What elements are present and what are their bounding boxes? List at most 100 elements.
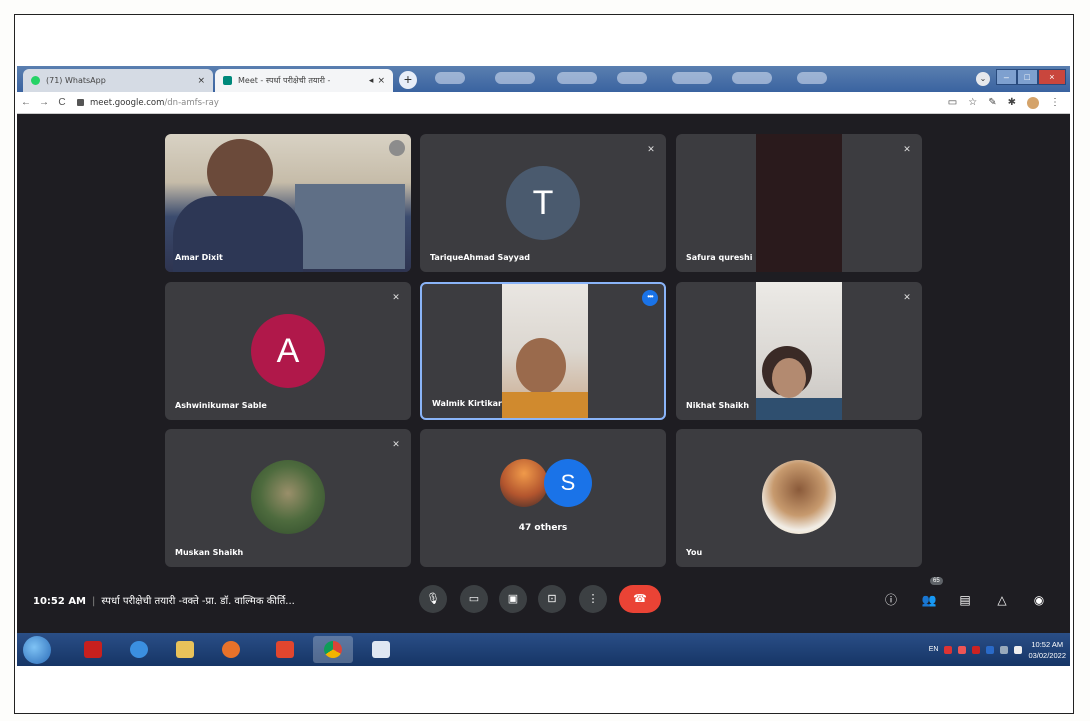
participant-tile[interactable]: ✕ Muskan Shaikh <box>165 429 411 567</box>
back-icon[interactable]: ← <box>17 97 35 108</box>
person-body <box>756 398 842 420</box>
tab-title: (71) WhatsApp <box>46 76 106 85</box>
participant-tile[interactable]: ✕ Safura qureshi <box>676 134 922 272</box>
camera-icon: ▭ <box>468 593 480 605</box>
participant-tile[interactable]: Amar Dixit <box>165 134 411 272</box>
chat-button[interactable]: ▤ <box>955 590 975 610</box>
participant-video <box>502 284 588 418</box>
mic-off-icon: ✕ <box>392 292 400 302</box>
end-call-button[interactable]: ☎ <box>619 585 661 613</box>
tab-title: Meet - स्पर्धा परीक्षेची तयारी - <box>238 76 331 85</box>
tray-app-icon[interactable] <box>972 645 981 654</box>
close-window-button[interactable]: × <box>1037 69 1067 85</box>
participant-name: Muskan Shaikh <box>175 548 244 557</box>
participant-avatar: A <box>251 314 325 388</box>
cast-icon[interactable]: ▭ <box>948 97 957 108</box>
minimize-button[interactable]: – <box>996 69 1017 85</box>
forward-icon[interactable]: → <box>35 97 53 108</box>
taskbar-acrobat[interactable] <box>73 636 113 663</box>
speaker-icon[interactable]: ◂ <box>369 76 374 86</box>
more-options-icon[interactable]: ••• <box>642 290 658 306</box>
taskbar-thumbnail <box>435 72 465 84</box>
participant-video <box>756 134 842 272</box>
mic-off-icon: ✕ <box>647 144 655 154</box>
person-face <box>772 358 806 398</box>
mic-off-icon: ✕ <box>903 292 911 302</box>
taskbar-thumbnail <box>672 72 712 84</box>
whatsapp-icon <box>31 76 40 85</box>
participant-tile[interactable]: ✕ Nikhat Shaikh <box>676 282 922 420</box>
tab-close-icon[interactable]: × <box>377 76 385 86</box>
participant-avatar-photo <box>251 460 325 534</box>
language-indicator[interactable]: EN <box>929 646 939 653</box>
participant-name: TariqueAhmad Sayyad <box>430 253 530 262</box>
taskbar-thumbnail <box>797 72 827 84</box>
search-icon[interactable] <box>986 645 995 654</box>
tab-close-icon[interactable]: × <box>197 76 205 86</box>
chat-icon: ▤ <box>959 593 971 607</box>
tab-meet[interactable]: Meet - स्पर्धा परीक्षेची तयारी - ◂ × <box>215 69 393 92</box>
participant-video <box>165 134 411 272</box>
star-icon[interactable]: ☆ <box>968 97 977 108</box>
flag-icon[interactable] <box>1014 645 1023 654</box>
puzzle-icon[interactable]: ✱ <box>1008 97 1016 108</box>
participant-name: Ashwinikumar Sable <box>175 401 267 410</box>
url-field[interactable]: meet.google.com/dn-amfs-ray <box>77 98 219 108</box>
maximize-button[interactable]: □ <box>1016 69 1038 85</box>
tray-app-icon[interactable] <box>944 645 953 654</box>
meeting-title: स्पर्धा परीक्षेची तयारी -वक्ते -प्रा. डॉ… <box>101 596 295 607</box>
meeting-details-button[interactable]: ⓘ <box>881 590 901 610</box>
taskbar-chrome[interactable] <box>313 636 353 663</box>
new-tab-button[interactable]: + <box>399 71 417 89</box>
taskbar-notepad[interactable] <box>361 636 401 663</box>
clock-time: 10:52 AM <box>1031 639 1064 649</box>
reload-icon[interactable]: C <box>53 97 71 108</box>
host-controls-button[interactable]: ◉ <box>1029 590 1049 610</box>
address-bar: ← → C meet.google.com/dn-amfs-ray ▭ ☆ ✎ … <box>17 92 1070 114</box>
taskbar-thumbnail <box>617 72 647 84</box>
camera-button[interactable]: ▭ <box>460 585 488 613</box>
more-options-icon[interactable] <box>389 140 405 156</box>
more-options-button[interactable]: ⋮ <box>579 585 607 613</box>
self-tile[interactable]: You <box>676 429 922 567</box>
participant-tile[interactable]: A ✕ Ashwinikumar Sable <box>165 282 411 420</box>
media-player-icon <box>222 641 240 658</box>
participant-name: Amar Dixit <box>175 253 223 262</box>
participant-name: Safura qureshi <box>686 253 753 262</box>
network-icon[interactable] <box>1000 645 1009 654</box>
folder-icon <box>176 641 194 658</box>
others-count: 47 others <box>518 523 568 533</box>
tab-search-icon[interactable]: ⌄ <box>976 72 990 86</box>
taskbar-app[interactable] <box>265 636 305 663</box>
hang-up-icon: ☎ <box>633 593 647 605</box>
profile-avatar[interactable] <box>1027 96 1039 109</box>
meet-icon <box>223 76 232 85</box>
participant-name: You <box>686 548 703 557</box>
taskbar-clock[interactable]: 10:52 AM 03/02/2022 <box>1028 639 1066 661</box>
extensions-area: ▭ ☆ ✎ ✱ ⋮ <box>948 96 1070 109</box>
captions-button[interactable]: ▣ <box>499 585 527 613</box>
meeting-time: 10:52 AM <box>33 596 87 607</box>
taskbar-thumbnail <box>732 72 772 84</box>
menu-icon[interactable]: ⋮ <box>1050 97 1060 108</box>
present-button[interactable]: ⊡ <box>538 585 566 613</box>
activities-button[interactable]: △ <box>992 590 1012 610</box>
participant-name: Walmik Kirtikar <box>432 399 502 408</box>
taskbar-internet-explorer[interactable] <box>119 636 159 663</box>
participant-name: Nikhat Shaikh <box>686 401 750 410</box>
pen-icon[interactable]: ✎ <box>988 97 996 108</box>
tab-whatsapp[interactable]: (71) WhatsApp × <box>23 69 213 92</box>
taskbar-explorer[interactable] <box>165 636 205 663</box>
participant-tile[interactable]: T ✕ TariqueAhmad Sayyad <box>420 134 666 272</box>
people-button[interactable]: 👥 <box>919 590 939 610</box>
taskbar-media-player[interactable] <box>211 636 251 663</box>
tray-app-icon[interactable] <box>958 645 967 654</box>
participant-tile-active-speaker[interactable]: ••• Walmik Kirtikar <box>420 282 666 420</box>
self-avatar-photo <box>762 460 836 534</box>
participant-video <box>756 282 842 420</box>
clock-date: 03/02/2022 <box>1028 650 1066 660</box>
acrobat-icon <box>84 641 102 658</box>
mic-button[interactable]: 🎙 <box>419 585 447 613</box>
start-button[interactable] <box>23 636 51 664</box>
others-tile[interactable]: S 47 others <box>420 429 666 567</box>
